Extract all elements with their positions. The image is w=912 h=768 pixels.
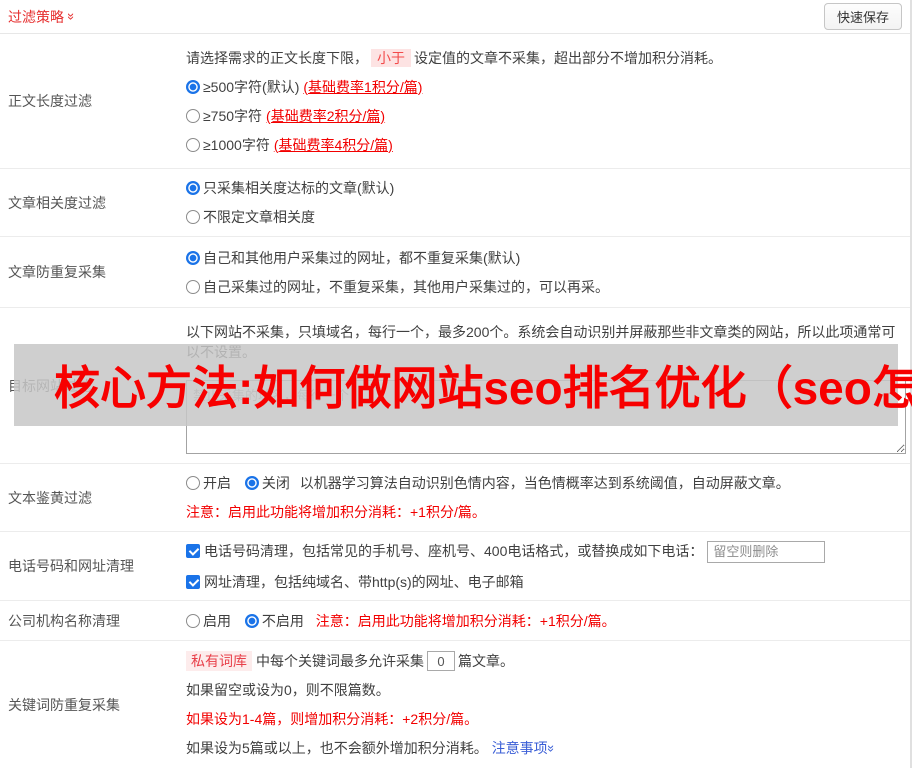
dedup-global-radio[interactable] xyxy=(186,250,200,265)
length-500-label: ≥500字符(默认) xyxy=(203,78,300,95)
dedup-option-global[interactable]: 自己和其他用户采集过的网址，都不重复采集(默认) xyxy=(186,248,904,268)
porn-on-radio[interactable] xyxy=(186,476,200,490)
row-company-name-cleanup: 公司机构名称清理 启用 不启用 注意：启用此功能将增加积分消耗：+1积分/篇。 xyxy=(0,601,910,641)
quick-save-button[interactable]: 快速保存 xyxy=(823,3,902,30)
url-cleanup-label: 网址清理，包括纯域名、带http(s)的网址、电子邮箱 xyxy=(204,573,524,590)
replacement-phone-input[interactable] xyxy=(707,540,826,563)
porn-filter-description: 以机器学习算法自动识别色情内容，当色情概率达到系统阈值，自动屏蔽文章。 xyxy=(299,475,790,491)
keyword-limit-line: 私有词库中每个关键词最多允许采集 篇文章。 xyxy=(186,650,904,672)
company-off-label: 不启用 xyxy=(261,612,304,629)
length-500-fee: (基础费率1积分/篇) xyxy=(303,78,423,95)
phone-cleanup-line: 电话号码清理，包括常见的手机号、座机号、400电话格式，或替换成如下电话： xyxy=(186,540,904,563)
length-750-label: ≥750字符 xyxy=(203,107,263,124)
length-option-750[interactable]: ≥750字符 (基础费率2积分/篇) xyxy=(186,106,904,126)
relevance-strict-label: 只采集相关度达标的文章(默认) xyxy=(203,180,395,196)
row-keyword-dedup: 关键词防重复采集 私有词库中每个关键词最多允许采集 篇文章。 如果留空或设为0，则… xyxy=(0,641,910,768)
row-label-target-site: 目标网站过滤 xyxy=(8,377,92,394)
url-cleanup-option[interactable]: 网址清理，包括纯域名、带http(s)的网址、电子邮箱 xyxy=(186,574,524,590)
company-on-radio[interactable] xyxy=(186,613,200,628)
row-label-dedup: 文章防重复采集 xyxy=(8,264,106,280)
company-option-on[interactable]: 启用 xyxy=(186,613,231,629)
length-750-radio[interactable] xyxy=(186,108,200,123)
porn-option-on[interactable]: 开启 xyxy=(186,475,231,491)
porn-on-label: 开启 xyxy=(203,475,231,491)
row-label-content-length: 正文长度过滤 xyxy=(8,93,92,109)
relevance-strict-radio[interactable] xyxy=(186,181,200,195)
relevance-any-radio[interactable] xyxy=(186,210,200,224)
dedup-own-radio[interactable] xyxy=(186,279,200,294)
content-length-description: 请选择需求的正文长度下限， 小于 设定值的文章不采集，超出部分不增加积分消耗。 xyxy=(186,48,904,68)
desc-highlight-less-than: 小于 xyxy=(371,48,411,67)
topbar: 过滤策略 » 快速保存 xyxy=(0,0,910,34)
row-porn-filter: 文本鉴黄过滤 开启 关闭 以机器学习算法自动识别色情内容，当色情概率达到系统阈值… xyxy=(0,464,910,532)
porn-option-off[interactable]: 关闭 xyxy=(244,475,290,491)
keyword-note-cost: 如果设为1-4篇，则增加积分消耗：+2积分/篇。 xyxy=(186,711,479,728)
porn-off-radio[interactable] xyxy=(244,476,259,490)
desc-after: 设定值的文章不采集，超出部分不增加积分消耗。 xyxy=(414,49,722,66)
keyword-limit-text: 中每个关键词最多允许采集 xyxy=(256,652,424,669)
length-option-1000[interactable]: ≥1000字符 (基础费率4积分/篇) xyxy=(186,135,904,155)
company-cleanup-options: 启用 不启用 注意：启用此功能将增加积分消耗：+1积分/篇。 xyxy=(186,611,904,631)
chevron-down-icon: » xyxy=(64,12,80,21)
chevron-down-icon: » xyxy=(543,745,559,753)
phone-cleanup-label: 电话号码清理，包括常见的手机号、座机号、400电话格式，或替换成如下电话： xyxy=(204,543,704,559)
phone-cleanup-option[interactable]: 电话号码清理，包括常见的手机号、座机号、400电话格式，或替换成如下电话： xyxy=(186,543,703,559)
porn-off-label: 关闭 xyxy=(261,475,290,491)
keyword-note-unlimited: 如果留空或设为0，则不限篇数。 xyxy=(186,682,390,699)
desc-before: 请选择需求的正文长度下限， xyxy=(186,49,368,66)
relevance-any-label: 不限定文章相关度 xyxy=(203,209,315,225)
filter-strategy-page: 过滤策略 » 快速保存 正文长度过滤 请选择需求的正文长度下限， 小于 设定值的文章… xyxy=(0,0,912,768)
length-750-fee: (基础费率2积分/篇) xyxy=(266,107,386,124)
row-label-porn-filter: 文本鉴黄过滤 xyxy=(8,489,92,506)
blocked-domains-textarea[interactable] xyxy=(186,379,906,454)
notice-link[interactable]: 注意事项» xyxy=(491,740,559,757)
row-content-length-filter: 正文长度过滤 请选择需求的正文长度下限， 小于 设定值的文章不采集，超出部分不增加积… xyxy=(0,34,910,169)
porn-filter-cost-note: 注意：启用此功能将增加积分消耗：+1积分/篇。 xyxy=(186,504,486,520)
url-cleanup-line: 网址清理，包括纯域名、带http(s)的网址、电子邮箱 xyxy=(186,572,904,592)
phone-cleanup-checkbox[interactable] xyxy=(186,544,200,558)
row-label-keyword-dedup: 关键词防重复采集 xyxy=(8,696,120,713)
private-lexicon-tag: 私有词库 xyxy=(186,650,252,671)
dedup-own-label: 自己采集过的网址，不重复采集，其他用户采集过的，可以再采。 xyxy=(203,278,609,295)
company-on-label: 启用 xyxy=(203,612,231,629)
company-option-off[interactable]: 不启用 xyxy=(244,612,304,629)
relevance-option-any[interactable]: 不限定文章相关度 xyxy=(186,207,904,227)
length-option-500[interactable]: ≥500字符(默认) (基础费率1积分/篇) xyxy=(186,77,904,97)
row-target-site-filter: 目标网站过滤 以下网站不采集，只填域名，每行一个，最多200个。系统会自动识别并… xyxy=(0,308,910,464)
company-cleanup-cost-note: 注意：启用此功能将增加积分消耗：+1积分/篇。 xyxy=(315,612,616,629)
company-off-radio[interactable] xyxy=(244,613,259,628)
page-title-text: 过滤策略 xyxy=(8,8,64,25)
target-site-description: 以下网站不采集，只填域名，每行一个，最多200个。系统会自动识别并屏蔽那些非文章… xyxy=(186,324,896,360)
relevance-option-strict[interactable]: 只采集相关度达标的文章(默认) xyxy=(186,178,904,198)
page-title[interactable]: 过滤策略 » xyxy=(8,7,80,27)
keyword-limit-suffix: 篇文章。 xyxy=(458,652,514,669)
row-dedup-collection: 文章防重复采集 自己和其他用户采集过的网址，都不重复采集(默认) 自己采集过的网… xyxy=(0,237,910,308)
length-1000-fee: (基础费率4积分/篇) xyxy=(273,136,393,153)
row-label-relevance: 文章相关度过滤 xyxy=(8,194,106,211)
notice-link-text: 注意事项 xyxy=(491,740,548,757)
keyword-note-free: 如果设为5篇或以上，也不会额外增加积分消耗。 注意事项» xyxy=(186,738,904,758)
porn-filter-options: 开启 关闭 以机器学习算法自动识别色情内容，当色情概率达到系统阈值，自动屏蔽文章… xyxy=(186,473,904,493)
row-relevance-filter: 文章相关度过滤 只采集相关度达标的文章(默认) 不限定文章相关度 xyxy=(0,169,910,237)
url-cleanup-checkbox[interactable] xyxy=(186,574,200,589)
length-500-radio[interactable] xyxy=(186,79,200,94)
keyword-free-text: 如果设为5篇或以上，也不会额外增加积分消耗。 xyxy=(186,740,488,757)
row-label-phone-url: 电话号码和网址清理 xyxy=(8,558,134,574)
keyword-limit-input[interactable] xyxy=(427,651,455,672)
dedup-global-label: 自己和其他用户采集过的网址，都不重复采集(默认) xyxy=(203,249,521,266)
row-phone-url-cleanup: 电话号码和网址清理 电话号码清理，包括常见的手机号、座机号、400电话格式，或替… xyxy=(0,532,910,601)
length-1000-radio[interactable] xyxy=(186,137,200,152)
row-label-company-cleanup: 公司机构名称清理 xyxy=(8,612,120,629)
dedup-option-own[interactable]: 自己采集过的网址，不重复采集，其他用户采集过的，可以再采。 xyxy=(186,277,904,297)
length-1000-label: ≥1000字符 xyxy=(203,136,270,153)
